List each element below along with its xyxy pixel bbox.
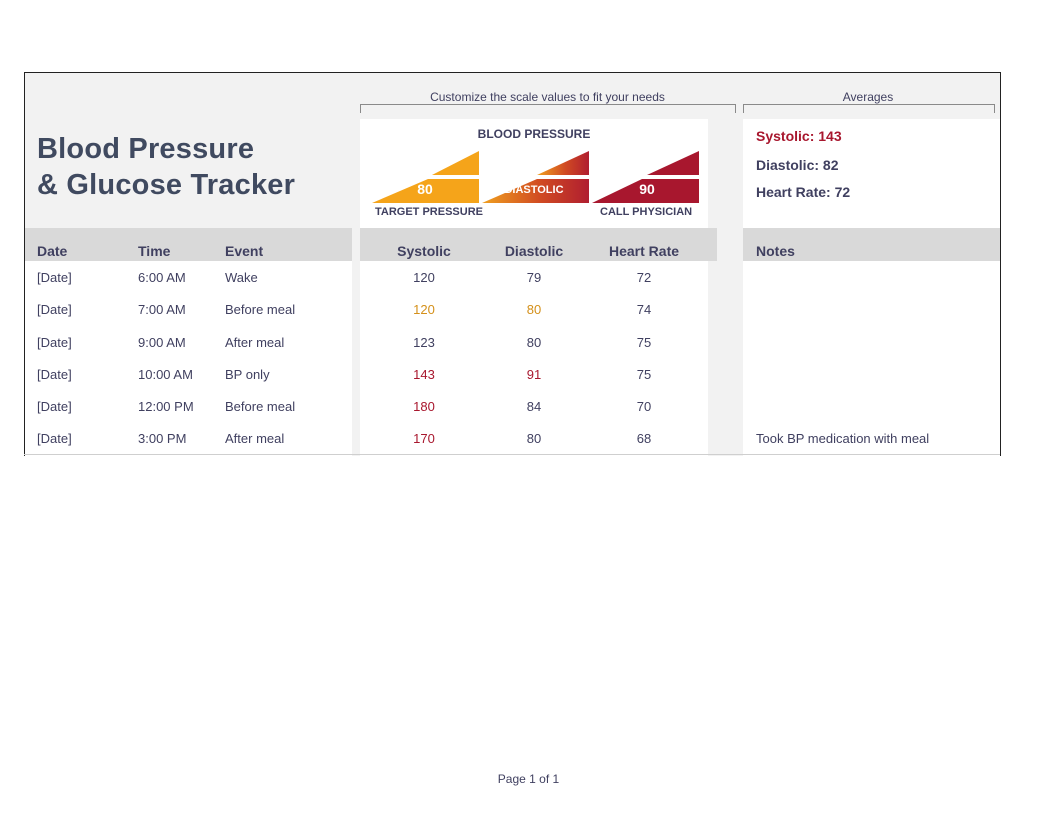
table-row-diastolic[interactable]: 91 [494,367,574,382]
table-row-time[interactable]: 9:00 AM [138,335,186,350]
target-value: 80 [417,181,433,197]
call-physician-label: CALL PHYSICIAN [600,206,693,218]
table-row-date[interactable]: [Date] [37,270,72,285]
table-row-heart-rate[interactable]: 72 [604,270,684,285]
header-band-left [25,228,352,261]
scale-caption: Customize the scale values to fit your n… [430,90,665,104]
table-row-diastolic[interactable]: 80 [494,302,574,317]
table-row-heart-rate[interactable]: 75 [604,367,684,382]
table-row-event[interactable]: Before meal [225,399,295,414]
table-row-notes[interactable]: Took BP medication with meal [756,431,929,446]
page-title: Blood Pressure & Glucose Tracker [37,133,296,201]
column-header-time: Time [138,243,171,259]
table-row-heart-rate[interactable]: 70 [604,399,684,414]
table-row-diastolic[interactable]: 80 [494,431,574,446]
table-row-systolic[interactable]: 123 [384,335,464,350]
diastolic-label: DIASTOLIC [504,184,564,196]
table-row-event[interactable]: After meal [225,335,284,350]
sheet-bottom-border [24,454,1000,455]
table-row-time[interactable]: 6:00 AM [138,270,186,285]
table-row-event[interactable]: After meal [225,431,284,446]
table-row-time[interactable]: 12:00 PM [138,399,194,414]
table-row-date[interactable]: [Date] [37,302,72,317]
table-row-date[interactable]: [Date] [37,431,72,446]
column-header-notes: Notes [756,243,795,259]
table-row-date[interactable]: [Date] [37,399,72,414]
table-row-event[interactable]: Before meal [225,302,295,317]
table-row-diastolic[interactable]: 79 [494,270,574,285]
table-row-systolic[interactable]: 143 [384,367,464,382]
column-header-event: Event [225,243,264,259]
table-row-event[interactable]: BP only [225,367,270,382]
table-row-time[interactable]: 3:00 PM [138,431,186,446]
table-row-systolic[interactable]: 170 [384,431,464,446]
target-pressure-label: TARGET PRESSURE [375,206,483,218]
averages-caption: Averages [842,90,894,104]
table-row-systolic[interactable]: 180 [384,399,464,414]
averages-bracket [743,104,995,113]
table-row-systolic[interactable]: 120 [384,270,464,285]
page-number: Page 1 of 1 [497,772,560,786]
call-value: 90 [639,181,655,197]
body-left [25,261,352,456]
table-row-heart-rate[interactable]: 74 [604,302,684,317]
tracker-sheet: Blood Pressure & Glucose Tracker Customi… [24,72,1001,456]
table-row-time[interactable]: 7:00 AM [138,302,186,317]
table-row-heart-rate[interactable]: 75 [604,335,684,350]
column-header-date: Date [37,243,68,259]
column-header-heart-rate: Heart Rate [608,243,680,259]
table-row-time[interactable]: 10:00 AM [138,367,193,382]
column-header-diastolic: Diastolic [504,243,564,259]
table-row-date[interactable]: [Date] [37,335,72,350]
average-heart-rate: Heart Rate: 72 [756,184,851,200]
table-row-diastolic[interactable]: 84 [494,399,574,414]
table-row-heart-rate[interactable]: 68 [604,431,684,446]
table-row-diastolic[interactable]: 80 [494,335,574,350]
scale-bracket [360,104,736,113]
table-row-date[interactable]: [Date] [37,367,72,382]
column-header-systolic: Systolic [397,243,451,259]
body-right [743,261,1000,456]
average-systolic: Systolic: 143 [756,128,842,144]
average-diastolic: Diastolic: 82 [756,157,839,173]
body-center [360,261,708,456]
legend-title: BLOOD PRESSURE [477,127,591,141]
table-row-event[interactable]: Wake [225,270,258,285]
table-row-systolic[interactable]: 120 [384,302,464,317]
